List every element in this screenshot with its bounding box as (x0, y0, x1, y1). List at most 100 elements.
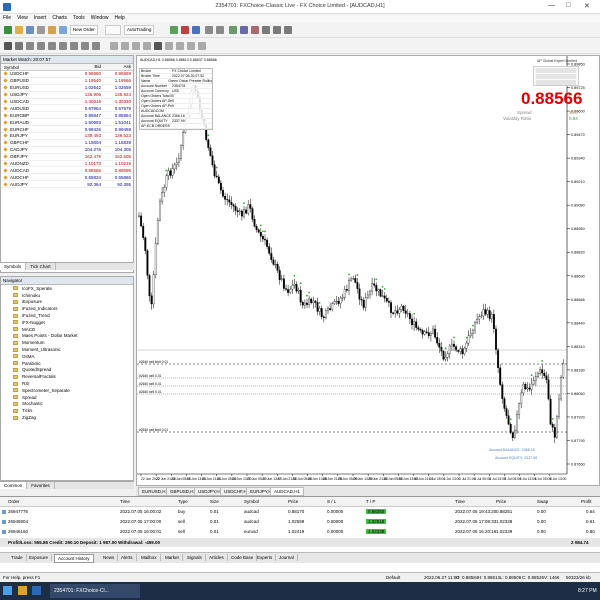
tab-articles[interactable]: Articles (206, 554, 228, 561)
navigator-icon[interactable] (48, 26, 56, 34)
vertical-line-icon[interactable] (26, 42, 34, 50)
start-icon[interactable] (3, 586, 12, 595)
tab-signals[interactable]: Signals (184, 554, 206, 561)
col-ask[interactable]: Ask (101, 64, 133, 70)
period-h1-icon[interactable] (154, 42, 162, 50)
tab-mailbox[interactable]: Mailbox (138, 554, 161, 561)
bar-chart-icon[interactable] (170, 26, 178, 34)
navigator-item[interactable]: iFuzed_Indicators (1, 305, 133, 312)
tab-experts[interactable]: Experts (254, 554, 277, 561)
market-watch-row[interactable]: AUDCHF 0.65834 0.65866 (1, 174, 133, 182)
autoscroll-icon[interactable] (240, 26, 248, 34)
tab-market[interactable]: Market (162, 554, 183, 561)
close-button[interactable]: ✕ (584, 2, 590, 10)
period-m5-icon[interactable] (121, 42, 129, 50)
col-symbol[interactable]: Symbol (244, 499, 259, 506)
zoom-in-icon[interactable] (205, 26, 213, 34)
navigator-item[interactable]: Spread (1, 394, 133, 401)
navigator-item[interactable]: Ticks (1, 407, 133, 414)
period-h4-icon[interactable] (165, 42, 173, 50)
new-chart-icon[interactable] (4, 26, 12, 34)
col-tp[interactable]: T / P (366, 499, 375, 506)
navigator-item[interactable]: ZigZag (1, 414, 133, 421)
col-size[interactable]: Size (210, 499, 219, 506)
tab-tick-chart[interactable]: Tick Chart (26, 263, 56, 270)
market-watch-icon[interactable] (26, 26, 34, 34)
profiles-icon[interactable] (15, 26, 23, 34)
navigator-item[interactable]: Ichimoku (1, 292, 133, 299)
period-m30-icon[interactable] (143, 42, 151, 50)
tab-favorites[interactable]: Favorites (27, 482, 55, 489)
col-close-time[interactable]: Time (455, 499, 465, 506)
terminal-icon[interactable] (59, 26, 67, 34)
period-m1-icon[interactable] (110, 42, 118, 50)
minimize-button[interactable]: — (548, 2, 555, 9)
navigator-item[interactable]: IcoFX_Sperate (1, 285, 133, 292)
period-w1-icon[interactable] (187, 42, 195, 50)
explorer-icon[interactable] (18, 586, 27, 595)
candle-chart-icon[interactable] (181, 26, 189, 34)
history-row[interactable]: 26947776 2022.07.05 16:00:02 buy 0.01 audcad… (0, 508, 600, 517)
templates-icon[interactable] (284, 26, 292, 34)
tab-journal[interactable]: Journal (276, 554, 298, 561)
tab-code-base[interactable]: Code Base (228, 554, 258, 561)
indicators-icon[interactable] (262, 26, 270, 34)
tab-symbols[interactable]: Symbols (0, 263, 27, 270)
market-watch-row[interactable]: CADJPY 104.276 104.305 (1, 147, 133, 154)
col-close-price[interactable]: Price (496, 499, 506, 506)
market-watch-row[interactable]: GBPJPY 162.475 162.505 (1, 154, 133, 161)
menu-help[interactable]: Help (112, 14, 128, 22)
tile-windows-icon[interactable] (229, 26, 237, 34)
navigator-item[interactable]: QuotedSpread (1, 367, 133, 374)
navigator-item[interactable]: OsMA (1, 353, 133, 360)
data-window-icon[interactable] (37, 26, 45, 34)
navigator-item[interactable]: Stochastic (1, 401, 133, 408)
chart-window[interactable]: 0.89850 0.89725 0.89600 0.89470 0.89340 0.892… (136, 55, 600, 496)
cursor-icon[interactable] (4, 42, 12, 50)
market-watch-row[interactable]: AUDUSD 0.67964 0.67979 (1, 105, 133, 113)
taskbar-app-button[interactable]: 2354701: FXChoice-Cl... (50, 584, 140, 598)
channel-icon[interactable] (59, 42, 67, 50)
menu-window[interactable]: Window (88, 14, 112, 22)
navigator-item[interactable]: RSI (1, 380, 133, 387)
maximize-button[interactable]: □ (566, 2, 570, 9)
menu-tools[interactable]: Tools (70, 14, 88, 22)
col-profit[interactable]: Profit (581, 499, 592, 506)
text-icon[interactable] (81, 42, 89, 50)
market-watch-row[interactable]: GBPUSD 1.19540 1.19566 (1, 78, 133, 85)
market-watch-row[interactable]: USDJPY 135.905 135.924 (1, 92, 133, 99)
navigator-item[interactable]: iFX-Nugget (1, 319, 133, 326)
autotrading-button[interactable]: AutoTrading (124, 25, 155, 35)
period-m15-icon[interactable] (132, 42, 140, 50)
menu-file[interactable]: File (0, 14, 14, 22)
market-watch-row[interactable]: EURGBP 0.85847 0.85864 (1, 112, 133, 120)
fibonacci-icon[interactable] (70, 42, 78, 50)
col-price[interactable]: Price (288, 499, 298, 506)
col-swap[interactable]: Swap (537, 499, 548, 506)
navigator-item[interactable]: Momentum (1, 339, 133, 346)
market-watch-row[interactable]: USDCAD 1.30316 1.30330 (1, 99, 133, 106)
metatrader-icon[interactable] (32, 586, 41, 595)
menu-view[interactable]: View (14, 14, 31, 22)
tab-alerts[interactable]: Alerts (118, 554, 137, 561)
line-chart-icon[interactable] (192, 26, 200, 34)
arrows-icon[interactable] (92, 42, 100, 50)
col-bid[interactable]: Bid (67, 64, 101, 70)
navigator-item[interactable]: iFuzed_Trend (1, 312, 133, 319)
col-symbol[interactable]: Symbol (1, 64, 67, 70)
navigator-item[interactable]: Parabolic (1, 360, 133, 367)
period-mn-icon[interactable] (198, 42, 206, 50)
crosshair-icon[interactable] (15, 42, 23, 50)
navigator-item[interactable]: Moment_Ultrasonic (1, 346, 133, 353)
market-watch-row[interactable]: GBPCHF 1.15804 1.15839 (1, 140, 133, 147)
tab-trade[interactable]: Trade (8, 554, 27, 561)
navigator-item[interactable]: MACD (1, 326, 133, 333)
tab-account-history[interactable]: Account History (54, 554, 94, 563)
market-watch-row[interactable]: EURJPY 139.493 139.523 (1, 133, 133, 140)
chart-shift-icon[interactable] (251, 26, 259, 34)
trendline-icon[interactable] (48, 42, 56, 50)
col-sl[interactable]: S / L (327, 499, 336, 506)
tab-exposure[interactable]: Exposure (26, 554, 53, 561)
metaeditor-button[interactable] (105, 25, 121, 35)
col-order[interactable]: Order (8, 499, 20, 506)
